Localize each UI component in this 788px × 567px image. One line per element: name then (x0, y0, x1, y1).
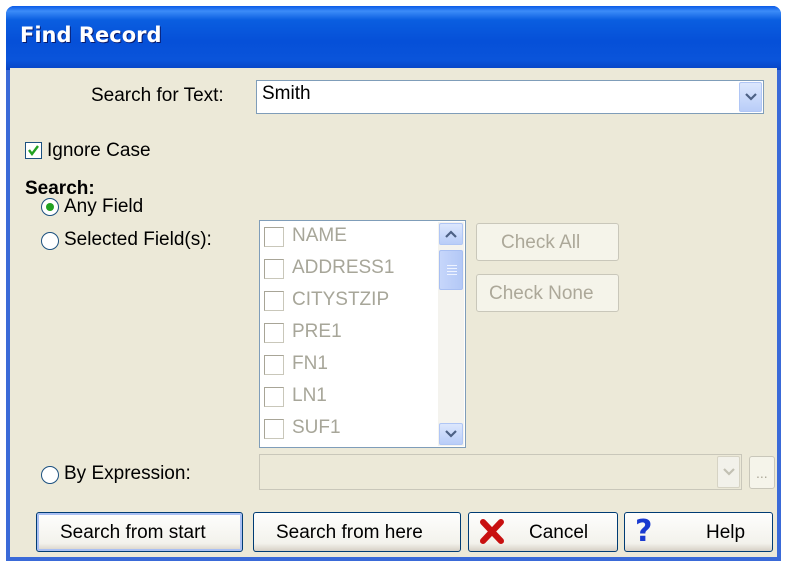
expression-combobox[interactable] (259, 454, 742, 490)
field-checkbox[interactable] (264, 291, 284, 311)
field-label: CITYSTZIP (292, 289, 390, 310)
search-text-value: Smith (262, 83, 311, 104)
find-record-window: Find Record Search for Text: Smith Ignor… (6, 6, 781, 561)
thumb-grip-line (447, 274, 457, 275)
chevron-down-icon (445, 430, 457, 438)
chevron-down-icon (723, 468, 735, 476)
ellipsis-label: ... (756, 465, 768, 481)
checkmark-icon (28, 145, 39, 156)
cancel-label: Cancel (529, 522, 589, 543)
scroll-down-button[interactable] (439, 423, 463, 445)
check-all-label: Check All (501, 232, 581, 253)
by-expression-label: By Expression: (64, 463, 191, 484)
radio-selected-dot (46, 203, 54, 211)
field-checkbox[interactable] (264, 387, 284, 407)
check-all-button[interactable]: Check All (476, 223, 619, 261)
chevron-down-icon (745, 93, 757, 101)
field-label: LN1 (292, 385, 327, 406)
scroll-up-button[interactable] (439, 223, 463, 245)
thumb-grip-line (447, 271, 457, 272)
search-from-start-button[interactable]: Search from start (36, 512, 243, 552)
any-field-label: Any Field (64, 196, 144, 217)
ignore-case-checkbox[interactable] (25, 142, 42, 159)
field-label: SUF1 (292, 417, 341, 438)
by-expression-radio[interactable] (41, 466, 59, 484)
thumb-grip-line (447, 265, 457, 266)
window-title: Find Record (20, 23, 162, 47)
listbox-scrollbar[interactable] (438, 222, 464, 446)
selected-fields-label: Selected Field(s): (64, 229, 212, 250)
search-from-here-label: Search from here (276, 522, 423, 543)
search-text-combobox[interactable]: Smith (256, 80, 764, 114)
red-x-icon (480, 519, 504, 544)
dialog-body: Search for Text: Smith Ignore Case Searc… (10, 68, 777, 557)
chevron-up-icon (445, 230, 457, 238)
field-label: NAME (292, 225, 347, 246)
help-button[interactable]: ? Help (624, 512, 773, 552)
field-checkbox[interactable] (264, 227, 284, 247)
field-label: PRE1 (292, 321, 342, 342)
search-from-start-label: Search from start (60, 522, 206, 543)
field-checkbox[interactable] (264, 259, 284, 279)
question-mark-icon: ? (635, 514, 653, 549)
check-none-button[interactable]: Check None (476, 274, 619, 312)
any-field-radio[interactable] (41, 198, 59, 216)
fields-listbox[interactable]: NAME ADDRESS1 CITYSTZIP PRE1 FN1 LN1 SUF1 (259, 220, 466, 448)
cancel-button[interactable]: Cancel (468, 512, 618, 552)
field-checkbox[interactable] (264, 323, 284, 343)
thumb-grip-line (447, 268, 457, 269)
selected-fields-radio[interactable] (41, 232, 59, 250)
check-none-label: Check None (489, 283, 594, 304)
field-label: FN1 (292, 353, 328, 374)
title-bar[interactable]: Find Record (6, 6, 781, 70)
search-text-dropdown-button[interactable] (739, 82, 762, 112)
field-label: ADDRESS1 (292, 257, 395, 278)
search-from-here-button[interactable]: Search from here (253, 512, 461, 552)
field-checkbox[interactable] (264, 419, 284, 439)
expression-builder-button[interactable]: ... (749, 456, 775, 489)
field-checkbox[interactable] (264, 355, 284, 375)
search-text-label: Search for Text: (91, 85, 224, 106)
scroll-thumb[interactable] (439, 250, 463, 290)
ignore-case-label: Ignore Case (47, 140, 151, 161)
expression-dropdown-button[interactable] (717, 456, 740, 488)
help-label: Help (706, 522, 746, 543)
